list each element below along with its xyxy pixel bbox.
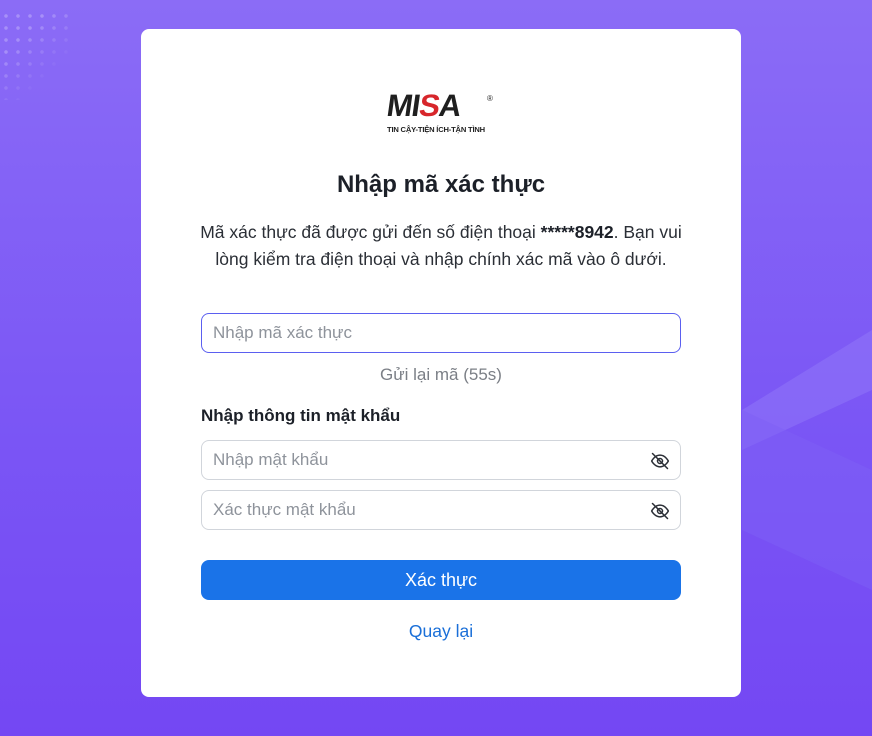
back-link[interactable]: Quay lại xyxy=(141,621,741,642)
verification-description: Mã xác thực đã được gửi đến số điện thoạ… xyxy=(200,222,682,269)
password-section-title: Nhập thông tin mật khẩu xyxy=(201,406,401,425)
password-field[interactable] xyxy=(201,440,681,480)
background-dots-pattern xyxy=(0,10,70,100)
verification-code-field[interactable] xyxy=(201,313,681,353)
eye-off-icon[interactable] xyxy=(650,451,670,471)
logo-registered-mark: ® xyxy=(487,94,493,103)
page-title: Nhập mã xác thực xyxy=(336,171,546,198)
password-input[interactable] xyxy=(202,441,633,479)
misa-logo: MISA ® TIN CẬY-TIỆN ÍCH-TẬN TÌNH xyxy=(384,88,495,137)
logo-tagline: TIN CẬY-TIỆN ÍCH-TẬN TÌNH xyxy=(387,125,485,134)
verify-button[interactable]: Xác thực xyxy=(201,560,681,600)
masked-phone-number: *****8942 xyxy=(540,222,614,242)
logo-wordmark: MISA xyxy=(384,88,464,123)
verification-card: MISA ® TIN CẬY-TIỆN ÍCH-TẬN TÌNH Nhập mã… xyxy=(141,29,741,697)
confirm-password-field[interactable] xyxy=(201,490,681,530)
resend-code-countdown: Gửi lại mã (55s) xyxy=(380,365,502,384)
confirm-password-input[interactable] xyxy=(202,491,633,529)
verification-code-input[interactable] xyxy=(202,314,633,352)
eye-off-icon[interactable] xyxy=(650,501,670,521)
background-decoration xyxy=(742,330,872,590)
